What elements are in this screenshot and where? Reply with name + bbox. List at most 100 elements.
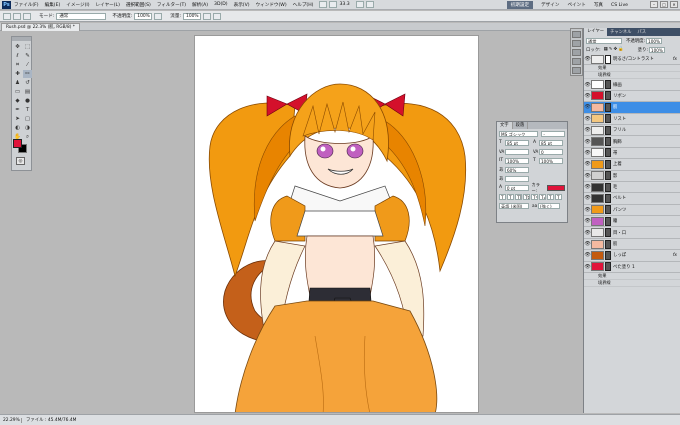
arrange-icon[interactable] <box>355 1 364 8</box>
minibridge-icon[interactable] <box>329 1 338 8</box>
history-brush-tool-icon[interactable]: ↺ <box>23 79 32 87</box>
path-select-tool-icon[interactable]: ➤ <box>13 115 22 123</box>
3d-rotate-tool-icon[interactable]: ◐ <box>13 124 22 132</box>
kerning-input[interactable] <box>505 148 529 155</box>
pressure-size-icon[interactable] <box>213 12 222 20</box>
visibility-eye-icon[interactable]: 👁 <box>584 116 591 122</box>
menu-filter[interactable]: フィルター(T) <box>157 2 186 8</box>
antialias-select[interactable]: (強く) <box>538 202 560 209</box>
menu-layer[interactable]: レイヤー(L) <box>96 2 120 8</box>
visibility-eye-icon[interactable]: 👁 <box>584 184 591 190</box>
visibility-eye-icon[interactable]: 👁 <box>584 252 591 258</box>
visibility-eye-icon[interactable]: 👁 <box>584 56 591 62</box>
visibility-eye-icon[interactable]: 👁 <box>584 264 591 270</box>
blur-tool-icon[interactable]: ◆ <box>13 97 22 105</box>
layer-row[interactable]: 👁 上着 <box>584 159 680 171</box>
menu-edit[interactable]: 編集(E) <box>45 2 61 8</box>
layer-row[interactable]: 👁 ベルト <box>584 193 680 205</box>
gradient-tool-icon[interactable]: ▤ <box>23 88 32 96</box>
shape-tool-icon[interactable]: ▢ <box>23 115 32 123</box>
blend-mode-select[interactable]: 通常 <box>586 37 622 44</box>
eraser-tool-icon[interactable]: ▭ <box>13 88 22 96</box>
marquee-tool-icon[interactable]: ⬚ <box>23 43 32 51</box>
small-caps-button[interactable]: Tt <box>523 193 530 200</box>
language-select[interactable]: 英語 (米国) <box>499 202 529 209</box>
mojikumi-input[interactable] <box>505 175 529 182</box>
brush-panel-icon[interactable] <box>572 49 581 56</box>
strikethrough-button[interactable]: T <box>555 193 562 200</box>
menu-select[interactable]: 選択範囲(S) <box>126 2 151 8</box>
document-size-info[interactable]: ファイル : 45.4M/76.4M <box>22 417 76 423</box>
faux-italic-button[interactable]: T <box>507 193 514 200</box>
lock-position-icon[interactable]: ✥ <box>614 47 618 52</box>
leading-input[interactable]: 85 pt <box>539 139 563 146</box>
lock-transparency-icon[interactable]: ▦ <box>604 47 608 52</box>
lock-all-icon[interactable]: 🔒 <box>618 47 623 52</box>
layer-row[interactable]: 👁 フリル <box>584 125 680 137</box>
menu-3d[interactable]: 3D(D) <box>214 2 228 7</box>
visibility-eye-icon[interactable]: 👁 <box>584 241 591 247</box>
actions-panel-icon[interactable] <box>572 40 581 47</box>
move-tool-icon[interactable]: ✥ <box>13 43 22 51</box>
visibility-eye-icon[interactable]: 👁 <box>584 218 591 224</box>
workspace-photography[interactable]: 写真 <box>594 2 603 8</box>
layer-row[interactable]: 👁 帯 <box>584 148 680 160</box>
close-icon[interactable]: ✕ <box>670 1 678 8</box>
all-caps-button[interactable]: TT <box>515 193 522 200</box>
workspace-painting[interactable]: ペイント <box>567 2 585 8</box>
history-panel-icon[interactable] <box>572 31 581 38</box>
layer-row[interactable]: 👁 胸飾 <box>584 136 680 148</box>
visibility-eye-icon[interactable]: 👁 <box>584 104 591 110</box>
minimize-icon[interactable]: – <box>650 1 658 8</box>
stroke-effect-row[interactable]: 境界線 <box>584 72 680 80</box>
dodge-tool-icon[interactable]: ● <box>23 97 32 105</box>
workspace-essentials[interactable]: 初期設定 <box>506 1 534 9</box>
eyedropper-tool-icon[interactable]: ⁄ <box>23 61 32 69</box>
tab-character[interactable]: 文字 <box>497 122 513 129</box>
airbrush-icon[interactable] <box>203 12 212 20</box>
type-tool-icon[interactable]: T <box>23 106 32 114</box>
cs-live-button[interactable]: CS Live <box>611 3 628 8</box>
visibility-eye-icon[interactable]: 👁 <box>584 82 591 88</box>
underline-button[interactable]: T <box>547 193 554 200</box>
workspace-design[interactable]: デザイン <box>541 2 559 8</box>
vertical-scale-input[interactable]: 100% <box>505 157 529 164</box>
swatches-panel-icon[interactable] <box>572 67 581 74</box>
quick-select-tool-icon[interactable]: ✎ <box>23 52 32 60</box>
baseline-input[interactable]: 0 pt <box>504 184 529 191</box>
tab-layers[interactable]: レイヤー <box>584 28 608 36</box>
visibility-eye-icon[interactable]: 👁 <box>584 150 591 156</box>
maximize-icon[interactable]: □ <box>660 1 668 8</box>
opacity-input[interactable]: 100% <box>134 12 153 20</box>
layer-row-adjustment[interactable]: 👁 明るさ/コントラスト fx <box>584 54 680 66</box>
zoom-readout[interactable]: 33.3 <box>339 2 349 7</box>
healing-tool-icon[interactable]: ✚ <box>13 70 22 78</box>
bridge-icon[interactable] <box>319 1 328 8</box>
visibility-eye-icon[interactable]: 👁 <box>584 127 591 133</box>
zoom-tool-icon[interactable]: ⌕ <box>23 133 32 141</box>
text-color-swatch[interactable] <box>547 184 565 191</box>
quick-mask-icon[interactable]: ◎ <box>16 157 25 165</box>
stroke-effect-row-2[interactable]: 境界線 <box>584 280 680 288</box>
menu-image[interactable]: イメージ(I) <box>66 2 89 8</box>
fill-input[interactable]: 100% <box>648 46 665 53</box>
font-family-select[interactable]: MS ゴシック <box>499 130 539 137</box>
layer-opacity-input[interactable]: 100% <box>646 37 663 44</box>
faux-bold-button[interactable]: T <box>499 193 506 200</box>
layer-row[interactable]: 👁 べた塗り 1 <box>584 262 680 274</box>
font-style-select[interactable]: - <box>541 130 565 137</box>
subscript-button[interactable]: T₁ <box>539 193 546 200</box>
crop-tool-icon[interactable]: ⌗ <box>13 61 22 69</box>
layer-row[interactable]: 👁 目・口 <box>584 227 680 239</box>
brush-panel-toggle-icon[interactable] <box>23 12 31 20</box>
screen-mode-icon[interactable] <box>365 1 374 8</box>
superscript-button[interactable]: T¹ <box>531 193 538 200</box>
brush-size-icon[interactable] <box>13 12 21 20</box>
lasso-tool-icon[interactable]: ℓ <box>13 52 22 60</box>
mode-select[interactable]: 通常 <box>56 12 107 20</box>
lock-pixels-icon[interactable]: ✎ <box>609 47 613 52</box>
layer-row[interactable]: 👁 瞳 <box>584 216 680 228</box>
layer-row[interactable]: 👁 肌 <box>584 239 680 251</box>
pressure-opacity-icon[interactable] <box>154 12 163 20</box>
visibility-eye-icon[interactable]: 👁 <box>584 230 591 236</box>
